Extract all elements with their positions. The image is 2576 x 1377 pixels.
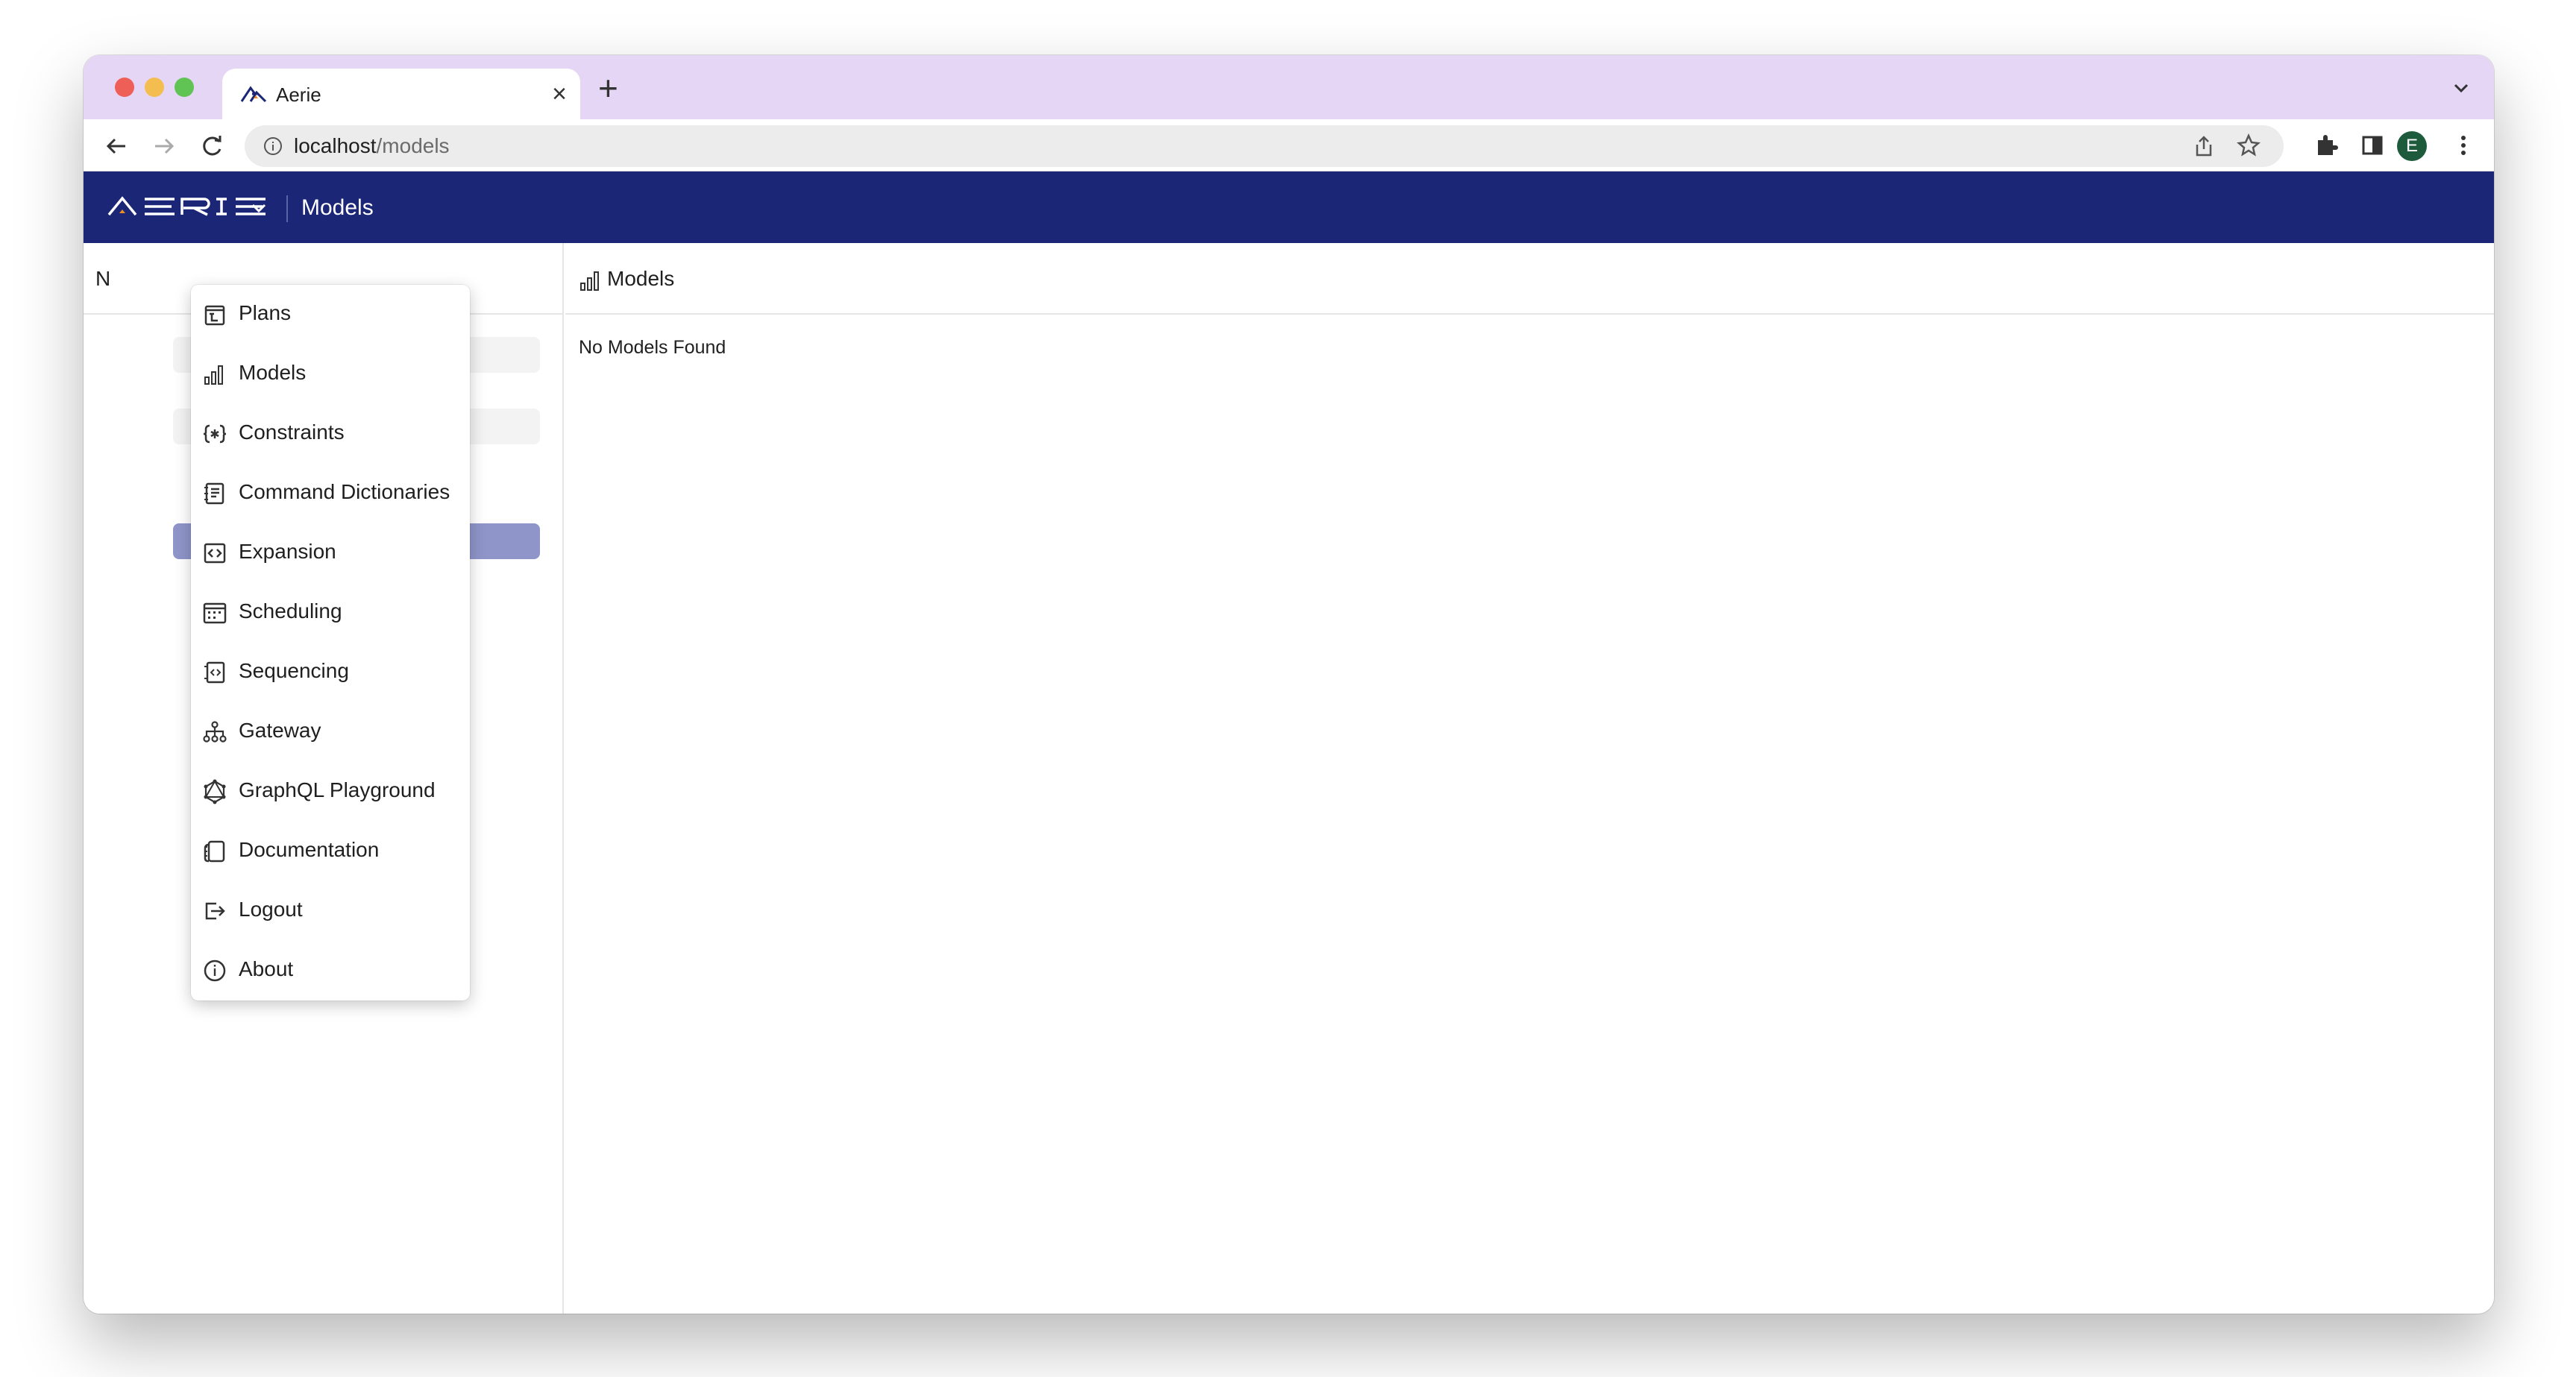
menu-item-expansion[interactable]: Expansion xyxy=(191,523,470,583)
models-pane-title: Models xyxy=(607,267,675,290)
app-header: Models xyxy=(84,171,2494,243)
models-pane: Models No Models Found xyxy=(565,243,2494,1314)
menu-item-label: Plans xyxy=(239,301,292,324)
header-divider xyxy=(286,195,288,222)
menu-item-label: Documentation xyxy=(239,838,380,861)
left-pane-title: N xyxy=(95,267,111,290)
command-dictionaries-icon xyxy=(201,480,228,507)
share-icon[interactable] xyxy=(2193,134,2215,158)
gateway-icon xyxy=(201,719,228,746)
browser-tab-active[interactable]: Aerie × xyxy=(222,69,580,119)
url-host: localhost xyxy=(294,134,377,157)
menu-item-label: Gateway xyxy=(239,719,321,742)
page-title: Models xyxy=(301,195,374,220)
models-pane-header: Models xyxy=(565,243,2494,315)
menu-item-label: Sequencing xyxy=(239,659,349,682)
expansion-icon xyxy=(201,540,228,567)
minimize-window-button[interactable] xyxy=(145,78,164,97)
menu-item-label: GraphQL Playground xyxy=(239,778,436,801)
reload-icon[interactable] xyxy=(198,133,225,160)
menu-item-label: Models xyxy=(239,361,307,384)
browser-toolbar: localhost/models E xyxy=(84,119,2494,171)
empty-state-message: No Models Found xyxy=(579,337,726,358)
bookmark-star-icon[interactable] xyxy=(2236,133,2261,158)
models-icon xyxy=(201,361,228,388)
menu-item-logout[interactable]: Logout xyxy=(191,881,470,941)
extensions-puzzle-icon[interactable] xyxy=(2312,131,2340,160)
menu-item-label: Command Dictionaries xyxy=(239,480,450,503)
logout-icon xyxy=(201,898,228,924)
menu-item-command-dictionaries[interactable]: Command Dictionaries xyxy=(191,464,470,523)
menu-item-label: Scheduling xyxy=(239,599,342,623)
profile-avatar[interactable]: E xyxy=(2397,131,2427,161)
browser-window: Aerie × + localhost/models E Models N Mo… xyxy=(84,55,2494,1314)
graphql-icon xyxy=(201,778,228,805)
constraints-icon xyxy=(201,420,228,447)
browser-menu-kebab-icon[interactable] xyxy=(2449,131,2478,160)
menu-item-label: Expansion xyxy=(239,540,336,563)
url-text: localhost/models xyxy=(294,134,450,158)
address-bar[interactable]: localhost/models xyxy=(245,125,2284,167)
menu-item-label: About xyxy=(239,957,294,980)
forward-arrow-icon[interactable] xyxy=(151,133,178,160)
new-tab-button[interactable]: + xyxy=(598,71,618,105)
documentation-icon xyxy=(201,838,228,865)
menu-item-documentation[interactable]: Documentation xyxy=(191,822,470,881)
app-menu-chevron-icon[interactable] xyxy=(249,198,268,218)
menu-item-gateway[interactable]: Gateway xyxy=(191,702,470,762)
sequencing-icon xyxy=(201,659,228,686)
tab-title: Aerie xyxy=(276,83,321,106)
tab-search-chevron-icon[interactable] xyxy=(2451,78,2472,98)
maximize-window-button[interactable] xyxy=(175,78,194,97)
menu-item-models[interactable]: Models xyxy=(191,344,470,404)
side-panel-icon[interactable] xyxy=(2358,131,2387,160)
menu-item-label: Logout xyxy=(239,898,303,921)
models-icon xyxy=(579,268,601,292)
plans-icon xyxy=(201,301,228,328)
menu-item-scheduling[interactable]: Scheduling xyxy=(191,583,470,643)
close-tab-icon[interactable]: × xyxy=(552,79,567,109)
app-nav-menu: Plans Models Constraints Command Diction… xyxy=(191,285,470,1001)
aerie-favicon-icon xyxy=(240,83,267,104)
menu-item-plans[interactable]: Plans xyxy=(191,285,470,344)
menu-item-constraints[interactable]: Constraints xyxy=(191,404,470,464)
site-info-icon[interactable] xyxy=(263,136,283,157)
close-window-button[interactable] xyxy=(115,78,134,97)
menu-item-graphql-playground[interactable]: GraphQL Playground xyxy=(191,762,470,822)
tab-strip: Aerie × + xyxy=(84,55,2494,119)
back-arrow-icon[interactable] xyxy=(103,133,130,160)
about-icon xyxy=(201,957,228,984)
menu-item-label: Constraints xyxy=(239,420,345,444)
menu-item-sequencing[interactable]: Sequencing xyxy=(191,643,470,702)
url-path: /models xyxy=(376,134,450,157)
scheduling-icon xyxy=(201,599,228,626)
menu-item-about[interactable]: About xyxy=(191,941,470,1001)
